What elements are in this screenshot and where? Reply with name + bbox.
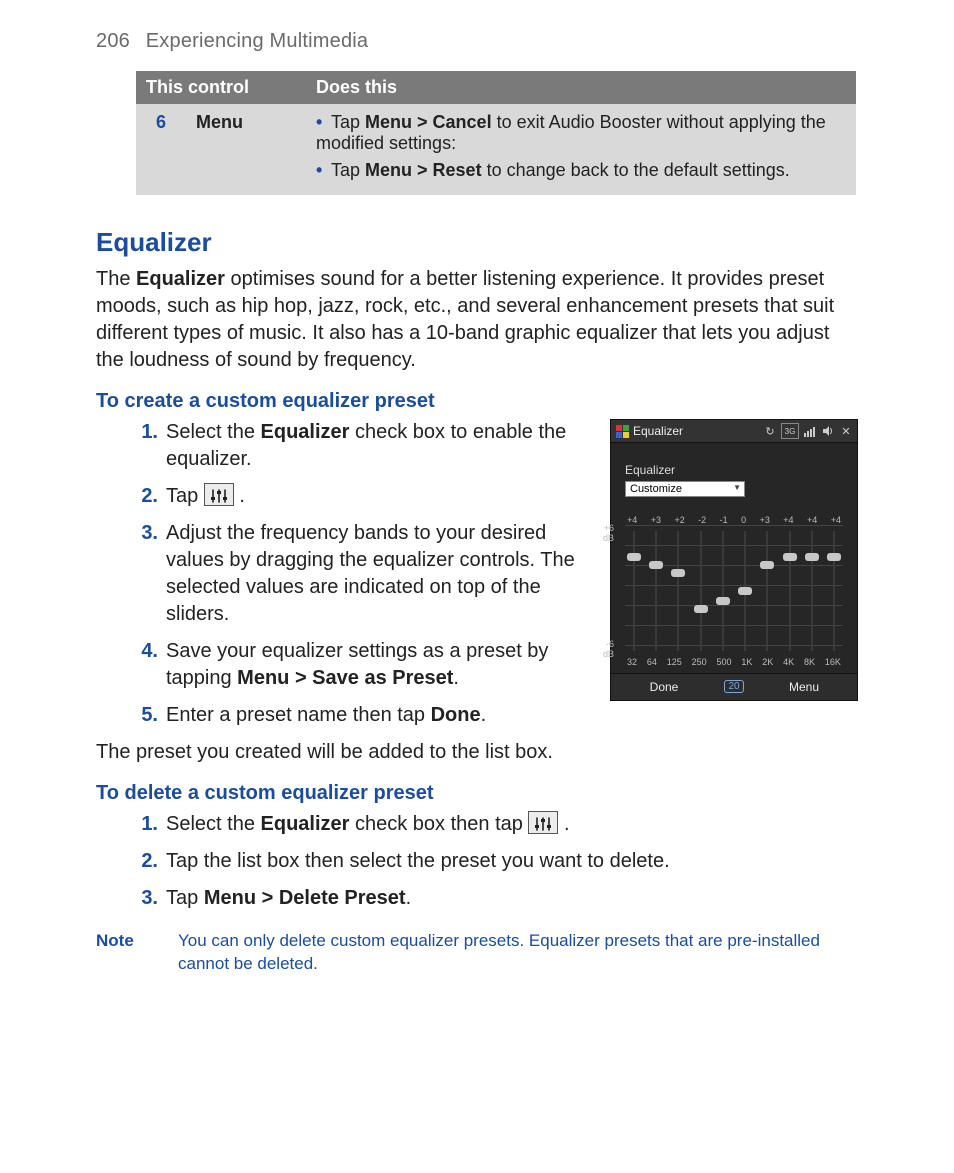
band-slider[interactable] xyxy=(805,531,819,651)
band-values-row: +4+3+2-2-10+3+4+4+4 xyxy=(625,515,843,525)
step: 1. Select the Equalizer check box to ena… xyxy=(130,419,576,473)
done-button[interactable]: Done xyxy=(611,674,717,700)
page: 206 Experiencing Multimedia This control… xyxy=(0,0,954,1016)
band-slider[interactable] xyxy=(649,531,663,651)
create-preset-area: 1. Select the Equalizer check box to ena… xyxy=(96,419,858,739)
subheading-delete-preset: To delete a custom equalizer preset xyxy=(96,782,858,805)
section-heading-equalizer: Equalizer xyxy=(96,227,858,258)
step: 3. Tap Menu > Delete Preset. xyxy=(130,885,858,912)
create-steps: 1. Select the Equalizer check box to ena… xyxy=(130,419,576,729)
note: Note You can only delete custom equalize… xyxy=(96,930,858,976)
step: 5. Enter a preset name then tap Done. xyxy=(130,702,576,729)
keyboard-icon[interactable]: 20 xyxy=(717,674,751,700)
page-number: 206 xyxy=(96,30,130,52)
control-name: Menu xyxy=(186,104,306,195)
bullet: • Tap Menu > Cancel to exit Audio Booste… xyxy=(316,112,846,154)
step: 2. Tap . xyxy=(130,483,576,510)
menu-button[interactable]: Menu xyxy=(751,674,857,700)
band-sliders xyxy=(625,525,843,657)
note-label: Note xyxy=(96,930,178,976)
band-slider[interactable] xyxy=(671,531,685,651)
device-dropdown-label: Equalizer xyxy=(625,463,843,477)
subheading-create-preset: To create a custom equalizer preset xyxy=(96,390,858,413)
device-bottom-bar: Done 20 Menu xyxy=(611,673,857,700)
table-head-control: This control xyxy=(136,71,306,104)
band-slider[interactable] xyxy=(827,531,841,651)
band-slider[interactable] xyxy=(694,531,708,651)
windows-logo-icon xyxy=(615,424,629,438)
preset-dropdown[interactable]: Customize xyxy=(625,481,745,497)
band-slider[interactable] xyxy=(627,531,641,651)
table-head-does: Does this xyxy=(306,71,856,104)
bullet: • Tap Menu > Reset to change back to the… xyxy=(316,160,846,181)
network-3g-icon: 3G xyxy=(781,423,799,439)
equalizer-bands: +4+3+2-2-10+3+4+4+4 xyxy=(625,515,843,667)
band-slider[interactable] xyxy=(760,531,774,651)
step: 4. Save your equalizer settings as a pre… xyxy=(130,638,576,692)
delete-steps: 1. Select the Equalizer check box then t… xyxy=(130,811,858,912)
equalizer-sliders-icon xyxy=(528,811,558,834)
bullet-dot: • xyxy=(316,160,322,180)
step: 3. Adjust the frequency bands to your de… xyxy=(130,520,576,628)
equalizer-screenshot: Equalizer ↻ 3G ✕ Equalizer Customize xyxy=(610,419,858,701)
speaker-icon xyxy=(821,424,835,438)
device-titlebar: Equalizer ↻ 3G ✕ xyxy=(611,420,857,443)
control-description: • Tap Menu > Cancel to exit Audio Booste… xyxy=(306,104,856,195)
sync-icon: ↻ xyxy=(763,424,777,438)
close-icon[interactable]: ✕ xyxy=(839,424,853,438)
band-slider[interactable] xyxy=(783,531,797,651)
equalizer-intro: The Equalizer optimises sound for a bett… xyxy=(96,266,858,374)
table-row: 6 Menu • Tap Menu > Cancel to exit Audio… xyxy=(136,104,856,195)
band-slider[interactable] xyxy=(738,531,752,651)
equalizer-sliders-icon xyxy=(204,483,234,506)
band-freq-row: 32641252505001K2K4K8K16K xyxy=(625,657,843,667)
device-title: Equalizer xyxy=(633,424,759,438)
band-slider[interactable] xyxy=(716,531,730,651)
bullet-dot: • xyxy=(316,112,322,132)
step: 2. Tap the list box then select the pres… xyxy=(130,848,858,875)
running-header: 206 Experiencing Multimedia xyxy=(96,30,858,53)
chapter-title: Experiencing Multimedia xyxy=(146,30,368,52)
step: 1. Select the Equalizer check box then t… xyxy=(130,811,858,838)
create-after-text: The preset you created will be added to … xyxy=(96,739,858,766)
control-table: This control Does this 6 Menu • Tap Menu… xyxy=(136,71,856,195)
note-text: You can only delete custom equalizer pre… xyxy=(178,930,858,976)
signal-icon xyxy=(803,424,817,438)
control-index: 6 xyxy=(136,104,186,195)
